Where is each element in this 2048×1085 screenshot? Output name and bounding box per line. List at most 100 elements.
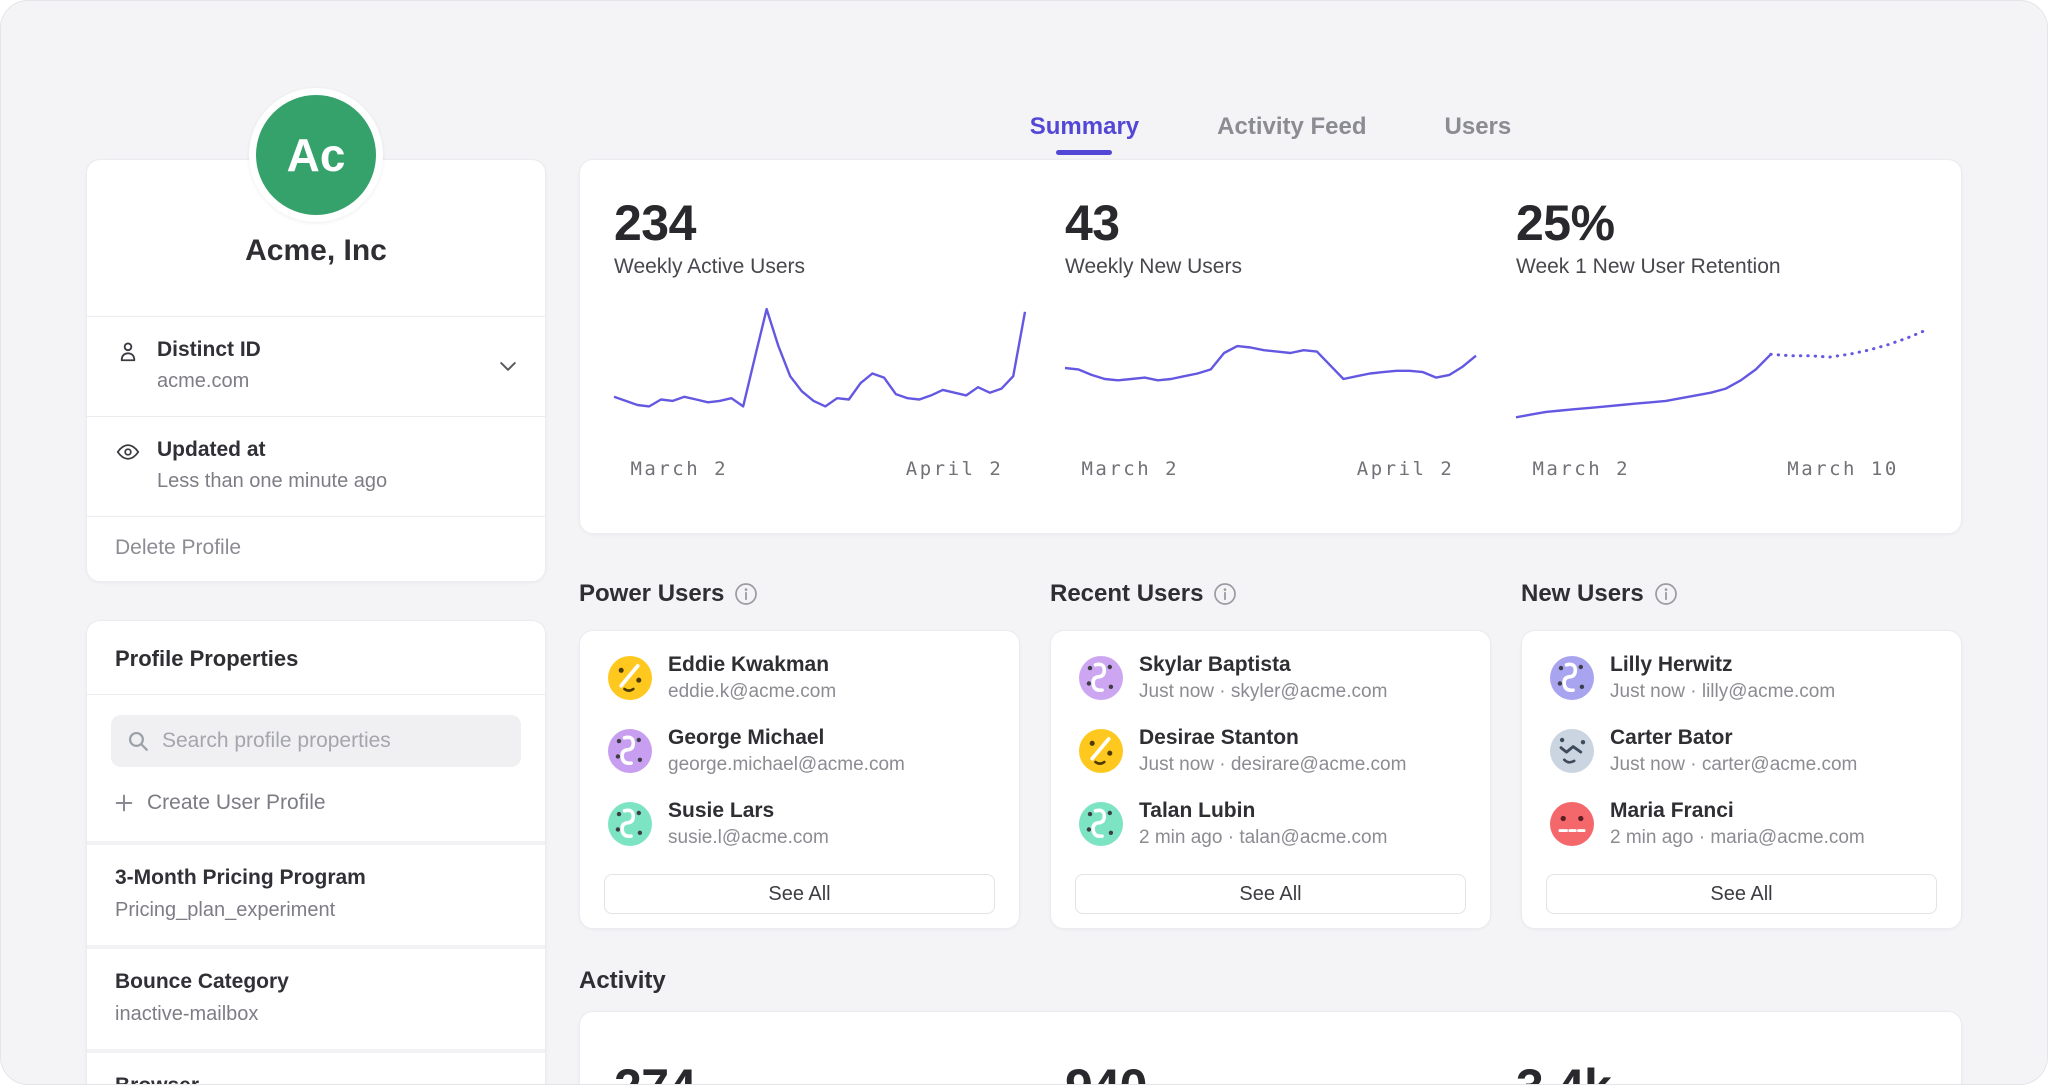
user-subtitle: susie.l@acme.com <box>668 826 829 849</box>
property-label: Browser <box>115 1074 517 1085</box>
field-value: acme.com <box>157 370 483 393</box>
user-name: Lilly Herwitz <box>1610 652 1835 677</box>
x-tick: March 2 <box>1081 458 1179 480</box>
avatar <box>1079 656 1123 700</box>
plus-icon <box>115 794 133 812</box>
profile-properties-card: Profile Properties Create User Profile 3… <box>86 620 546 1085</box>
user-row[interactable]: Susie Lars susie.l@acme.com <box>580 787 1019 860</box>
new-users-heading: New Users <box>1521 580 1962 608</box>
user-lists-section: Power Users Eddie Kwakman eddie.k@acme.c… <box>579 580 1962 929</box>
search-profile-properties[interactable] <box>111 715 521 767</box>
tab-label: Summary <box>1030 113 1139 140</box>
search-input[interactable] <box>162 729 505 753</box>
see-all-button[interactable]: See All <box>604 874 995 914</box>
power-users-heading: Power Users <box>579 580 1020 608</box>
metric-week1-retention: 25% Week 1 New User Retention March 2 Ma… <box>1516 160 1927 533</box>
metric-label: Weekly New Users <box>1065 255 1476 279</box>
x-tick: April 2 <box>1357 458 1455 480</box>
field-text: Updated at Less than one minute ago <box>157 438 517 493</box>
profile-sidebar: Ac Acme, Inc Distinct ID acme.com <box>86 1 546 1084</box>
x-tick: March 10 <box>1787 458 1899 480</box>
user-name: George Michael <box>668 725 905 750</box>
search-icon <box>127 730 149 752</box>
company-avatar-wrap: Ac <box>86 88 546 222</box>
user-row[interactable]: Desirae Stanton Just now · desirare@acme… <box>1051 714 1490 787</box>
eye-icon <box>115 439 141 465</box>
info-icon[interactable] <box>1213 582 1237 606</box>
x-axis-ticks: March 2 March 10 <box>1516 458 1927 484</box>
user-name: Carter Bator <box>1610 725 1857 750</box>
see-all-button[interactable]: See All <box>1546 874 1937 914</box>
recent-users-heading: Recent Users <box>1050 580 1491 608</box>
avatar <box>1550 802 1594 846</box>
sparkline-chart <box>614 301 1025 446</box>
divider <box>87 694 545 695</box>
avatar <box>1079 729 1123 773</box>
tab-users[interactable]: Users <box>1445 113 1512 155</box>
property-value: Pricing_plan_experiment <box>115 899 517 922</box>
user-subtitle: Just now · lilly@acme.com <box>1610 680 1835 703</box>
sparkline-chart <box>1516 301 1927 446</box>
profile-properties-title: Profile Properties <box>87 621 545 694</box>
property-row[interactable]: Bounce Category inactive-mailbox <box>87 949 545 1049</box>
x-tick: March 2 <box>1532 458 1630 480</box>
chevron-down-icon[interactable] <box>499 360 517 372</box>
info-icon[interactable] <box>734 582 758 606</box>
user-name: Maria Franci <box>1610 798 1865 823</box>
x-axis-ticks: March 2 April 2 <box>614 458 1025 484</box>
activity-heading: Activity <box>579 967 1962 995</box>
metric-weekly-new-users: 43 Weekly New Users March 2 April 2 <box>1065 160 1476 533</box>
user-name: Desirae Stanton <box>1139 725 1406 750</box>
avatar <box>1550 656 1594 700</box>
avatar <box>608 656 652 700</box>
x-tick: April 2 <box>906 458 1004 480</box>
user-subtitle: Just now · carter@acme.com <box>1610 753 1857 776</box>
user-row[interactable]: Skylar Baptista Just now · skyler@acme.c… <box>1051 641 1490 714</box>
user-name: Susie Lars <box>668 798 829 823</box>
avatar <box>1550 729 1594 773</box>
tab-activity-feed[interactable]: Activity Feed <box>1217 113 1366 155</box>
user-row[interactable]: Maria Franci 2 min ago · maria@acme.com <box>1522 787 1961 860</box>
user-row[interactable]: Eddie Kwakman eddie.k@acme.com <box>580 641 1019 714</box>
see-all-button[interactable]: See All <box>1075 874 1466 914</box>
property-row[interactable]: Browser Chrome <box>87 1053 545 1085</box>
company-profile-card: Acme, Inc Distinct ID acme.com <box>86 159 546 582</box>
user-row[interactable]: George Michael george.michael@acme.com <box>580 714 1019 787</box>
property-label: 3-Month Pricing Program <box>115 866 517 890</box>
avatar <box>608 729 652 773</box>
person-icon <box>115 339 141 365</box>
user-name: Talan Lubin <box>1139 798 1387 823</box>
user-subtitle: 2 min ago · maria@acme.com <box>1610 826 1865 849</box>
user-row[interactable]: Talan Lubin 2 min ago · talan@acme.com <box>1051 787 1490 860</box>
user-row[interactable]: Lilly Herwitz Just now · lilly@acme.com <box>1522 641 1961 714</box>
info-icon[interactable] <box>1654 582 1678 606</box>
profile-tabs: Summary Activity Feed Users <box>579 113 1962 155</box>
metric-value: 25% <box>1516 196 1927 250</box>
recent-users-column: Recent Users Skylar Baptista Just now · … <box>1050 580 1491 929</box>
avatar <box>608 802 652 846</box>
new-users-column: New Users Lilly Herwitz Just now · lilly… <box>1521 580 1962 929</box>
field-text: Distinct ID acme.com <box>157 338 483 393</box>
list-title: Power Users <box>579 580 724 608</box>
user-subtitle: george.michael@acme.com <box>668 753 905 776</box>
activity-stat: 940 <box>1065 1012 1476 1085</box>
company-avatar: Ac <box>249 88 383 222</box>
user-subtitle: Just now · skyler@acme.com <box>1139 680 1387 703</box>
field-distinct-id[interactable]: Distinct ID acme.com <box>87 317 545 416</box>
app-frame: Ac Acme, Inc Distinct ID acme.com <box>0 0 2048 1085</box>
new-users-card: Lilly Herwitz Just now · lilly@acme.com … <box>1521 630 1962 929</box>
active-tab-indicator <box>1056 150 1112 155</box>
user-row[interactable]: Carter Bator Just now · carter@acme.com <box>1522 714 1961 787</box>
delete-profile-button[interactable]: Delete Profile <box>87 517 545 581</box>
field-updated-at: Updated at Less than one minute ago <box>87 417 545 516</box>
metric-value: 43 <box>1065 196 1476 250</box>
activity-card: 274 940 3.4k <box>579 1011 1962 1085</box>
property-label: Bounce Category <box>115 970 517 994</box>
company-avatar-initials: Ac <box>287 128 346 182</box>
property-row[interactable]: 3-Month Pricing Program Pricing_plan_exp… <box>87 845 545 945</box>
x-axis-ticks: March 2 April 2 <box>1065 458 1476 484</box>
tab-summary[interactable]: Summary <box>1030 113 1139 155</box>
create-user-profile-button[interactable]: Create User Profile <box>115 791 517 815</box>
metric-label: Weekly Active Users <box>614 255 1025 279</box>
tab-label: Users <box>1445 113 1512 140</box>
